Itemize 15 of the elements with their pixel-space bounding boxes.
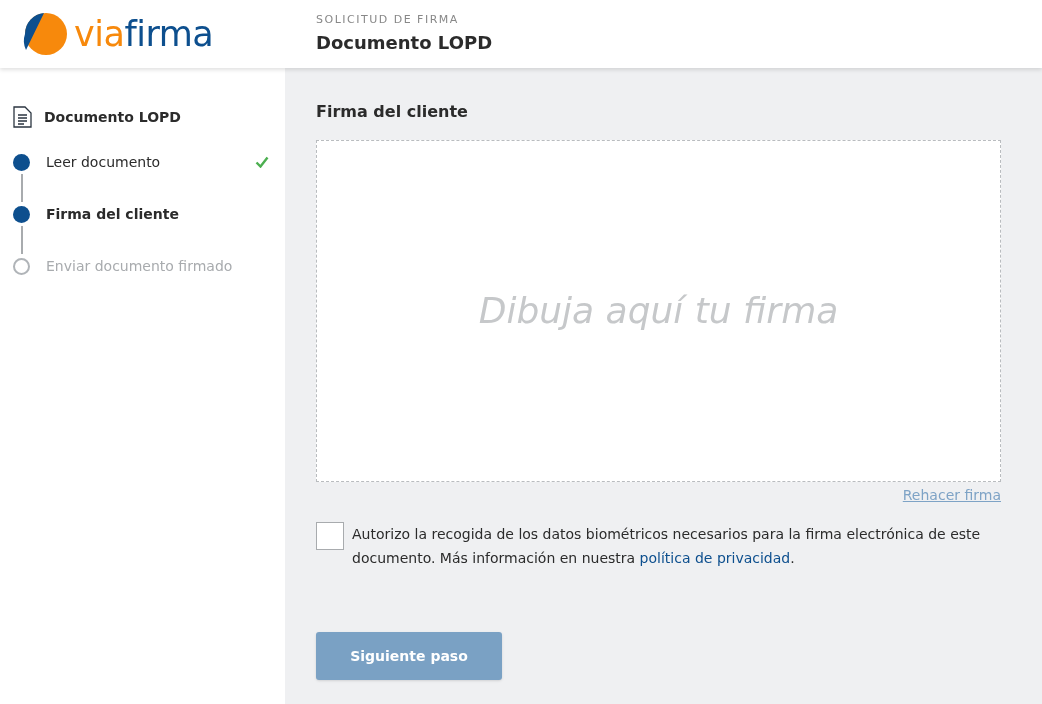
signature-placeholder: Dibuja aquí tu firma [478,289,839,333]
step-label[interactable]: Leer documento [46,151,255,173]
signature-pad[interactable]: Dibuja aquí tu firma [316,140,1001,482]
page-subtitle: SOLICITUD DE FIRMA [316,12,460,29]
document-title: Documento LOPD [44,107,181,127]
section-title: Firma del cliente [316,101,469,123]
step-label[interactable]: Firma del cliente [46,203,269,225]
document-icon [13,106,32,128]
redo-signature-link[interactable]: Rehacer firma [902,485,1001,506]
page-title: Documento LOPD [316,30,493,55]
consent-checkbox[interactable] [316,522,344,550]
step-label[interactable]: Enviar documento firmado [46,255,269,277]
consent-text: Autorizo la recogida de los datos biométricos necesarios para la firma electrónica de este documento. Más información en nuestra política de privacidad. [352,525,982,568]
logo-wordmark: viafirma [74,16,214,52]
privacy-policy-link[interactable]: política de privacidad [639,550,791,566]
